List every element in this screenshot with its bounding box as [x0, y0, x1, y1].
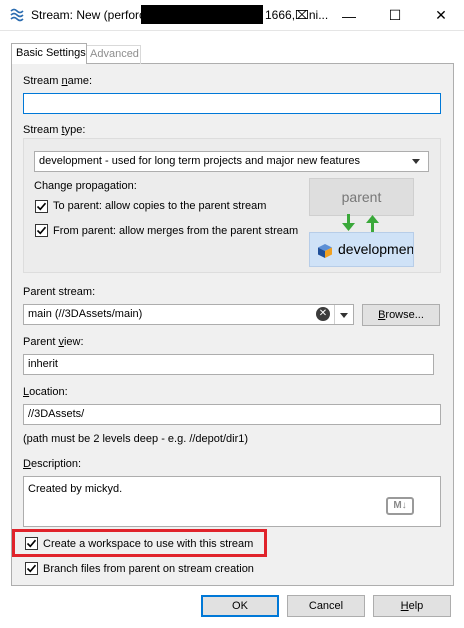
- window-title-suffix: 1666,⌧ni...: [265, 8, 329, 22]
- diagram-development-box: developmen: [309, 232, 414, 267]
- stream-cube-icon: [318, 244, 332, 258]
- location-label: Location:: [23, 386, 68, 398]
- location-input[interactable]: //3DAssets/: [23, 404, 441, 425]
- checkmark-icon: [36, 202, 47, 211]
- cancel-label: Cancel: [308, 600, 344, 612]
- diagram-parent-label: parent: [341, 189, 382, 205]
- help-button[interactable]: Help: [373, 595, 451, 617]
- parent-stream-label: Parent stream:: [23, 286, 96, 298]
- markdown-icon: M↓: [386, 497, 414, 515]
- checkmark-icon: [26, 564, 37, 573]
- close-button[interactable]: ✕: [418, 0, 464, 31]
- diagram-development-label: developmen: [338, 241, 414, 257]
- from-parent-label: From parent: allow merges from the paren…: [53, 225, 299, 237]
- parent-view-label: Parent view:: [23, 336, 84, 348]
- ok-button[interactable]: OK: [201, 595, 279, 617]
- checkmark-icon: [26, 539, 37, 548]
- create-workspace-checkbox[interactable]: [25, 537, 38, 550]
- parent-stream-value: main (//3DAssets/main): [28, 308, 143, 320]
- ok-label: OK: [232, 600, 248, 612]
- location-hint: (path must be 2 levels deep - e.g. //dep…: [23, 433, 249, 445]
- stream-type-label: Stream type:: [23, 124, 86, 136]
- parent-stream-combo[interactable]: main (//3DAssets/main): [23, 304, 354, 325]
- stream-type-value: development - used for long term project…: [39, 155, 360, 167]
- cancel-button[interactable]: Cancel: [287, 595, 365, 617]
- propagation-arrows-icon: [342, 214, 379, 232]
- tab-advanced[interactable]: Advanced: [87, 45, 141, 64]
- create-workspace-label: Create a workspace to use with this stre…: [43, 538, 254, 550]
- stream-name-label: Stream name:: [23, 75, 93, 87]
- browse-button[interactable]: Browse...: [362, 304, 440, 326]
- description-textarea[interactable]: Created by mickyd.: [23, 476, 441, 527]
- combo-divider: [334, 305, 335, 324]
- tab-basic-settings[interactable]: Basic Settings: [11, 43, 87, 64]
- stream-name-input[interactable]: [23, 93, 441, 114]
- diagram-parent-box: parent: [309, 178, 414, 216]
- to-parent-label: To parent: allow copies to the parent st…: [53, 200, 267, 212]
- minimize-button[interactable]: —: [326, 0, 372, 31]
- from-parent-checkbox[interactable]: [35, 224, 48, 237]
- window-title: Stream: New (perforc: [31, 8, 146, 22]
- help-label: Help: [400, 600, 424, 612]
- checkmark-icon: [36, 226, 47, 235]
- stream-app-icon: [10, 8, 24, 22]
- redacted-block: [141, 5, 263, 24]
- chevron-down-icon[interactable]: [340, 313, 348, 318]
- to-parent-checkbox[interactable]: [35, 200, 48, 213]
- branch-files-label: Branch files from parent on stream creat…: [43, 563, 254, 575]
- description-label: Description:: [23, 458, 82, 470]
- parent-view-input[interactable]: inherit: [23, 354, 434, 375]
- change-propagation-label: Change propagation:: [34, 180, 137, 192]
- branch-files-checkbox[interactable]: [25, 562, 38, 575]
- browse-label: Browse...: [378, 309, 424, 321]
- maximize-button[interactable]: ☐: [372, 0, 418, 31]
- chevron-down-icon: [412, 159, 420, 164]
- stream-type-select[interactable]: development - used for long term project…: [34, 151, 429, 172]
- clear-icon[interactable]: ✕: [316, 307, 330, 321]
